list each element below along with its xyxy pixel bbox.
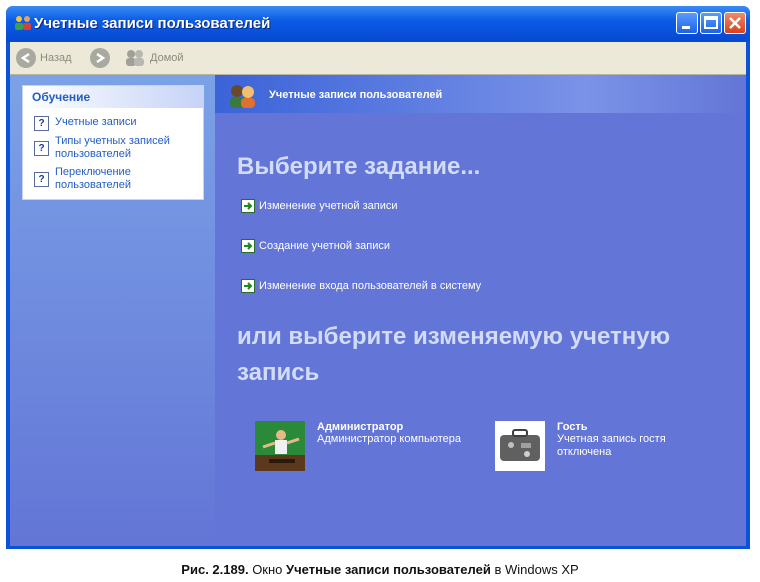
main-pane: Учетные записи пользователей Выберите за… (215, 75, 746, 546)
help-icon: ? (34, 172, 49, 187)
pick-account-heading: или выберите изменяемую учетную запись (237, 323, 671, 386)
sidebar-item-label: Типы учетных записей пользователей (55, 135, 170, 160)
account-description: Учетная запись гостя отключена (557, 433, 666, 458)
task-label: Создание учетной записи (259, 240, 390, 252)
forward-arrow-icon (90, 48, 110, 68)
maximize-icon (704, 16, 718, 29)
help-icon: ? (34, 141, 49, 156)
user-accounts-window: Учетные записи пользователей Назад Домой… (6, 6, 750, 549)
user-accounts-icon (230, 85, 255, 108)
task-create-account[interactable]: Создание учетной записи (241, 239, 390, 253)
forward-button[interactable] (90, 48, 110, 68)
minimize-icon (682, 26, 690, 29)
main-header: Учетные записи пользователей (215, 75, 746, 113)
pick-task-heading: Выберите задание... (237, 153, 481, 180)
sidebar-item-label: Учетные записи (55, 116, 137, 128)
skateboarder-avatar (255, 421, 305, 471)
figure-caption: Рис. 2.189. Окно Учетные записи пользова… (181, 562, 579, 577)
home-label: Домой (150, 52, 184, 64)
user-accounts-icon (15, 16, 31, 30)
sidebar: Обучение ? Учетные записи ? Типы учетных… (10, 75, 215, 546)
back-button[interactable]: Назад (16, 48, 72, 68)
green-arrow-icon (241, 199, 255, 213)
suitcase-avatar (495, 421, 545, 471)
task-change-logon[interactable]: Изменение входа пользователей в систему (241, 279, 481, 293)
home-button[interactable]: Домой (124, 48, 184, 68)
toolbar: Назад Домой (10, 42, 746, 75)
help-icon: ? (34, 116, 49, 131)
learn-about-panel: Обучение ? Учетные записи ? Типы учетных… (22, 85, 204, 200)
account-name: Гость (557, 421, 588, 433)
task-label: Изменение учетной записи (259, 200, 398, 212)
close-icon (729, 17, 741, 29)
back-label: Назад (40, 52, 72, 64)
sidebar-item-account-types[interactable]: ? Типы учетных записей пользователей (34, 135, 170, 161)
sidebar-item-label: Переключение пользователей (55, 166, 131, 191)
home-users-icon (126, 50, 144, 66)
window-title: Учетные записи пользователей (34, 15, 271, 32)
account-administrator[interactable]: Администратор Администратор компьютера (255, 421, 461, 471)
maximize-button[interactable] (700, 12, 722, 34)
title-bar: Учетные записи пользователей (6, 6, 750, 42)
task-label: Изменение входа пользователей в систему (259, 280, 482, 292)
sidebar-item-accounts[interactable]: ? Учетные записи (34, 116, 137, 131)
account-info: Администратор Администратор компьютера (317, 421, 461, 471)
main-header-title: Учетные записи пользователей (269, 89, 443, 101)
green-arrow-icon (241, 239, 255, 253)
close-button[interactable] (724, 12, 746, 34)
account-name: Администратор (317, 421, 404, 433)
green-arrow-icon (241, 279, 255, 293)
back-arrow-icon (16, 48, 36, 68)
panel-title: Обучение (23, 86, 203, 108)
account-description: Администратор компьютера (317, 433, 461, 445)
account-info: Гость Учетная запись гостя отключена (557, 421, 666, 471)
task-change-account[interactable]: Изменение учетной записи (241, 199, 398, 213)
minimize-button[interactable] (676, 12, 698, 34)
sidebar-item-switching[interactable]: ? Переключение пользователей (34, 166, 131, 192)
account-guest[interactable]: Гость Учетная запись гостя отключена (495, 421, 666, 471)
